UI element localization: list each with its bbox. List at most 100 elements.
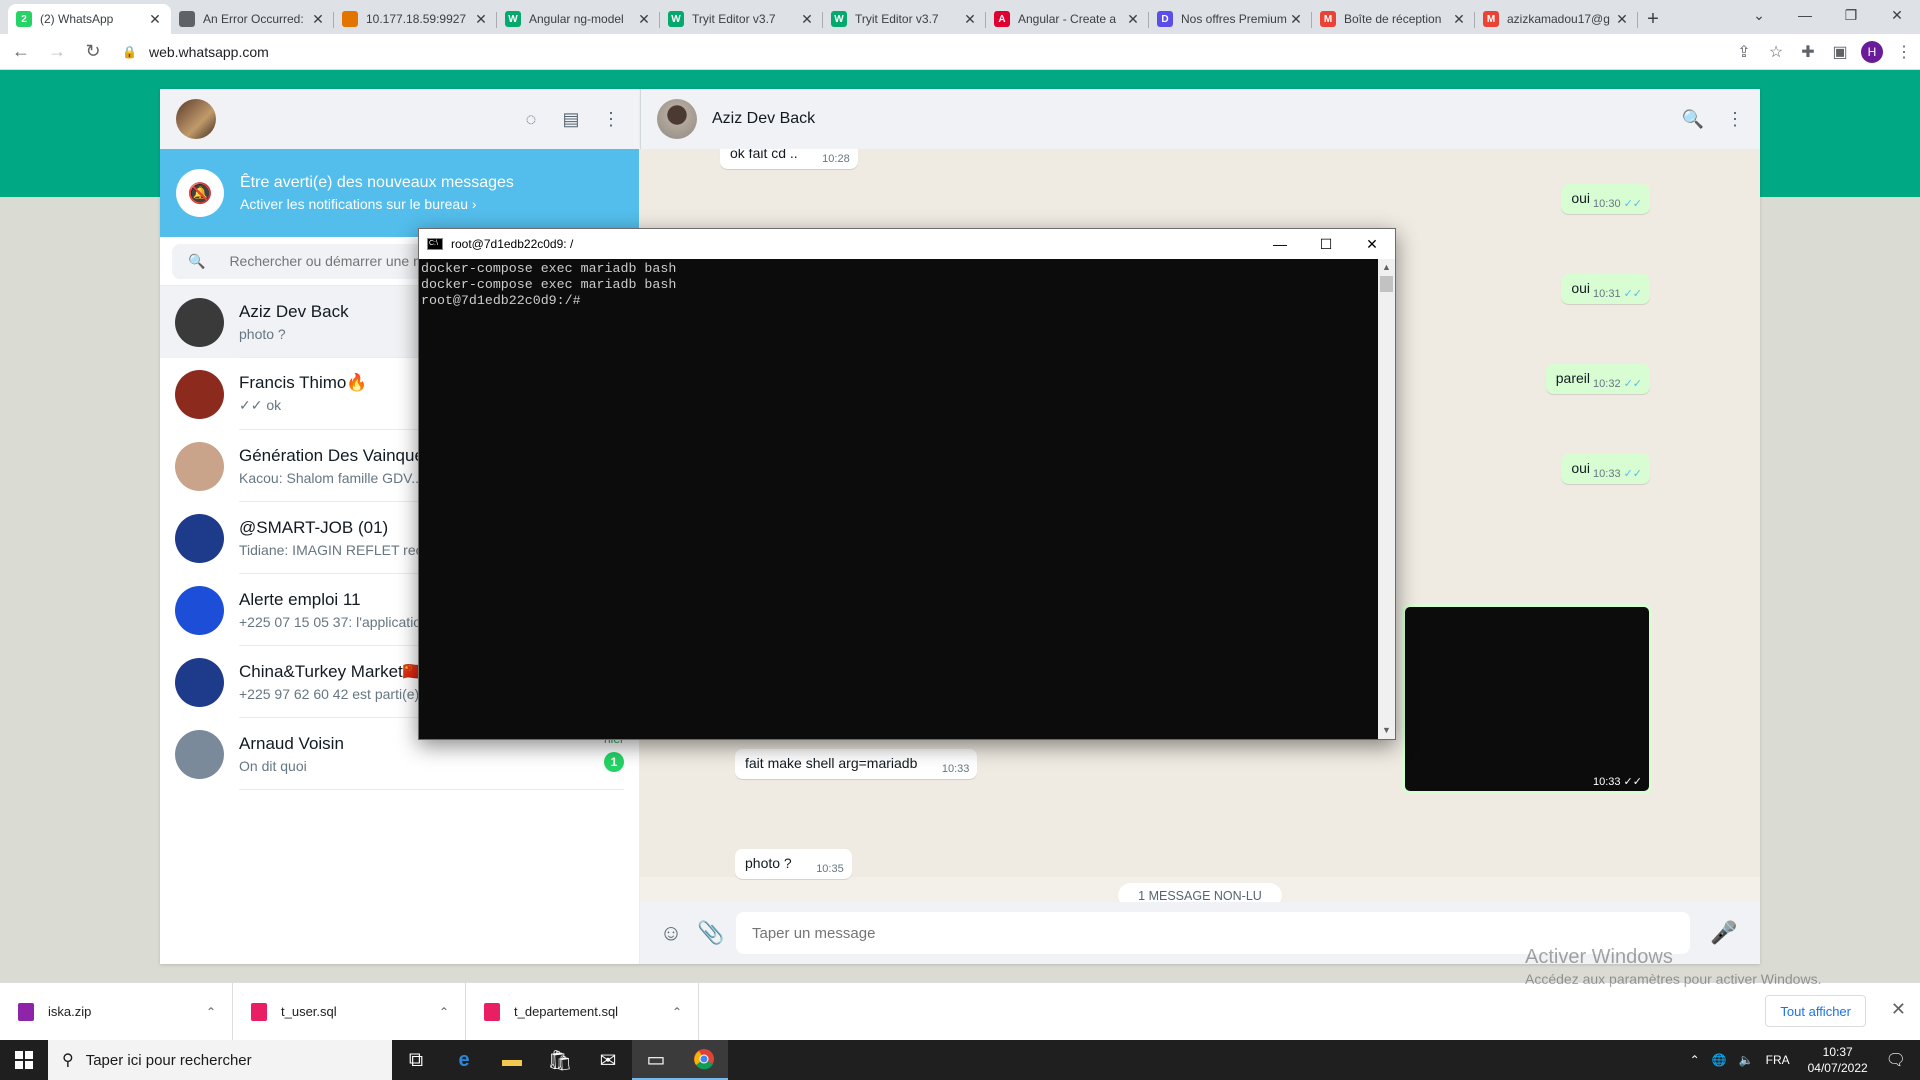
outgoing-message[interactable]: pareil 10:32 ✓✓	[1545, 364, 1650, 394]
store-icon[interactable]: 🛍	[536, 1040, 584, 1080]
scroll-thumb[interactable]	[1380, 276, 1393, 292]
show-all-downloads-button[interactable]: Tout afficher	[1765, 995, 1866, 1027]
taskbar-search[interactable]: ⚲ Taper ici pour rechercher	[48, 1040, 392, 1080]
unread-label: 1 MESSAGE NON-LU	[1118, 883, 1282, 902]
edge-icon[interactable]: e	[440, 1040, 488, 1080]
browser-tab[interactable]: 10.177.18.59:9927 ✕	[334, 4, 497, 34]
browser-tab[interactable]: A Angular - Create a ✕	[986, 4, 1149, 34]
incoming-message[interactable]: photo ? 10:35	[735, 849, 852, 879]
close-tab-icon[interactable]: ✕	[1451, 11, 1467, 28]
mail-icon[interactable]: ✉	[584, 1040, 632, 1080]
console-close-button[interactable]: ✕	[1349, 229, 1395, 259]
browser-tab[interactable]: D Nos offres Premium ✕	[1149, 4, 1312, 34]
download-item[interactable]: t_departement.sql ⌃	[466, 982, 699, 1041]
console-minimize-button[interactable]: —	[1257, 229, 1303, 259]
notification-subtitle[interactable]: Activer les notifications sur le bureau …	[240, 196, 514, 212]
console-output[interactable]: docker-compose exec mariadb bash docker-…	[419, 259, 1378, 739]
console-maximize-button[interactable]: ☐	[1303, 229, 1349, 259]
clock-time: 10:37	[1822, 1045, 1853, 1059]
browser-tab[interactable]: W Angular ng-model ✕	[497, 4, 660, 34]
image-message[interactable]: 10:33 ✓✓	[1402, 604, 1652, 794]
reload-button[interactable]: ↻	[78, 37, 108, 67]
chrome-icon[interactable]	[680, 1040, 728, 1080]
message-time: 10:31	[1593, 288, 1621, 300]
close-tab-icon[interactable]: ✕	[1288, 11, 1304, 28]
menu-icon[interactable]: ⋮	[599, 107, 623, 131]
address-bar[interactable]: 🔒 web.whatsapp.com	[122, 38, 1728, 66]
chat-last-message: On dit quoi	[239, 757, 307, 774]
back-button[interactable]: ←	[6, 37, 36, 67]
message-time: 10:28	[822, 153, 850, 165]
new-chat-icon[interactable]: ▤	[559, 107, 583, 131]
search-icon[interactable]: 🔍	[1682, 109, 1704, 130]
close-tab-icon[interactable]: ✕	[1614, 11, 1630, 28]
browser-menu-icon[interactable]: ⋮	[1888, 37, 1920, 67]
file-explorer-icon[interactable]: ▬	[488, 1040, 536, 1080]
close-tab-icon[interactable]: ✕	[310, 11, 326, 28]
outgoing-message[interactable]: oui 10:30 ✓✓	[1561, 184, 1650, 214]
emoji-icon[interactable]: ☺	[656, 920, 686, 946]
download-item[interactable]: iska.zip ⌃	[0, 982, 233, 1041]
outgoing-message[interactable]: oui 10:33 ✓✓	[1561, 454, 1650, 484]
browser-tab[interactable]: 2 (2) WhatsApp ✕	[8, 4, 171, 34]
close-window-button[interactable]: ✕	[1874, 0, 1920, 30]
minimize-button[interactable]: —	[1782, 0, 1828, 30]
contact-avatar[interactable]	[657, 99, 697, 139]
close-tab-icon[interactable]: ✕	[1125, 11, 1141, 28]
close-tab-icon[interactable]: ✕	[962, 11, 978, 28]
new-tab-button[interactable]: +	[1638, 4, 1668, 34]
close-downloads-icon[interactable]: ✕	[1891, 999, 1906, 1020]
bookmark-star-icon[interactable]: ☆	[1760, 37, 1792, 67]
attach-icon[interactable]: 📎	[696, 920, 726, 946]
incoming-message[interactable]: ok fait cd .. 10:28	[720, 149, 858, 169]
my-avatar[interactable]	[176, 99, 216, 139]
scroll-down-icon[interactable]: ▼	[1378, 722, 1395, 739]
start-button[interactable]	[0, 1040, 48, 1080]
browser-tab[interactable]: M Boîte de réception ✕	[1312, 4, 1475, 34]
notification-banner[interactable]: 🔕 Être averti(e) des nouveaux messages A…	[160, 149, 639, 237]
tray-chevron-icon[interactable]: ⌃	[1690, 1053, 1700, 1067]
task-view-icon[interactable]: ⧉	[392, 1040, 440, 1080]
download-item[interactable]: t_user.sql ⌃	[233, 982, 466, 1041]
tab-title: Tryit Editor v3.7	[855, 12, 939, 26]
scroll-up-icon[interactable]: ▲	[1378, 259, 1395, 276]
browser-tab[interactable]: W Tryit Editor v3.7 ✕	[823, 4, 986, 34]
conversation-header[interactable]: Aziz Dev Back 🔍 ⋮	[640, 89, 1760, 149]
console-scrollbar[interactable]: ▲ ▼	[1378, 259, 1395, 739]
incoming-message[interactable]: fait make shell arg=mariadb 10:33	[735, 749, 978, 779]
browser-tab[interactable]: An Error Occurred: ✕	[171, 4, 334, 34]
terminal-icon[interactable]: ▭	[632, 1040, 680, 1080]
forward-button[interactable]: →	[42, 37, 72, 67]
share-icon[interactable]: ⇪	[1728, 37, 1760, 67]
close-tab-icon[interactable]: ✕	[147, 11, 163, 28]
browser-tab[interactable]: Mazizkamadou17@g ✕	[1475, 4, 1638, 34]
close-tab-icon[interactable]: ✕	[799, 11, 815, 28]
notifications-icon[interactable]: 🗨	[1886, 1050, 1906, 1070]
console-titlebar[interactable]: C:\ root@7d1edb22c0d9: / — ☐ ✕	[419, 229, 1395, 259]
unread-badge: 1	[604, 752, 624, 772]
close-tab-icon[interactable]: ✕	[636, 11, 652, 28]
chevron-down-icon[interactable]: ⌄	[1736, 0, 1782, 30]
clock[interactable]: 10:37 04/07/2022	[1808, 1044, 1868, 1076]
console-window[interactable]: C:\ root@7d1edb22c0d9: / — ☐ ✕ docker-co…	[418, 228, 1396, 740]
browser-tab[interactable]: W Tryit Editor v3.7 ✕	[660, 4, 823, 34]
file-icon	[251, 1002, 267, 1021]
status-icon[interactable]: ◌	[519, 107, 543, 131]
chevron-up-icon[interactable]: ⌃	[206, 1005, 216, 1019]
language-indicator[interactable]: FRA	[1766, 1053, 1790, 1067]
tab-title: Tryit Editor v3.7	[692, 12, 776, 26]
menu-icon[interactable]: ⋮	[1726, 109, 1744, 130]
contact-name[interactable]: Aziz Dev Back	[712, 110, 815, 128]
close-tab-icon[interactable]: ✕	[473, 11, 489, 28]
profile-avatar[interactable]: H	[1861, 40, 1883, 63]
extensions-icon[interactable]: ✚	[1792, 37, 1824, 67]
side-panel-icon[interactable]: ▣	[1824, 37, 1856, 67]
outgoing-message[interactable]: oui 10:31 ✓✓	[1561, 274, 1650, 304]
console-window-controls: — ☐ ✕	[1257, 229, 1395, 259]
chevron-up-icon[interactable]: ⌃	[439, 1005, 449, 1019]
microphone-icon[interactable]: 🎤	[1704, 920, 1744, 946]
network-icon[interactable]: 🌐	[1712, 1053, 1727, 1067]
chevron-up-icon[interactable]: ⌃	[672, 1005, 682, 1019]
restore-button[interactable]: ❐	[1828, 0, 1874, 30]
volume-icon[interactable]: 🔈	[1739, 1053, 1754, 1067]
